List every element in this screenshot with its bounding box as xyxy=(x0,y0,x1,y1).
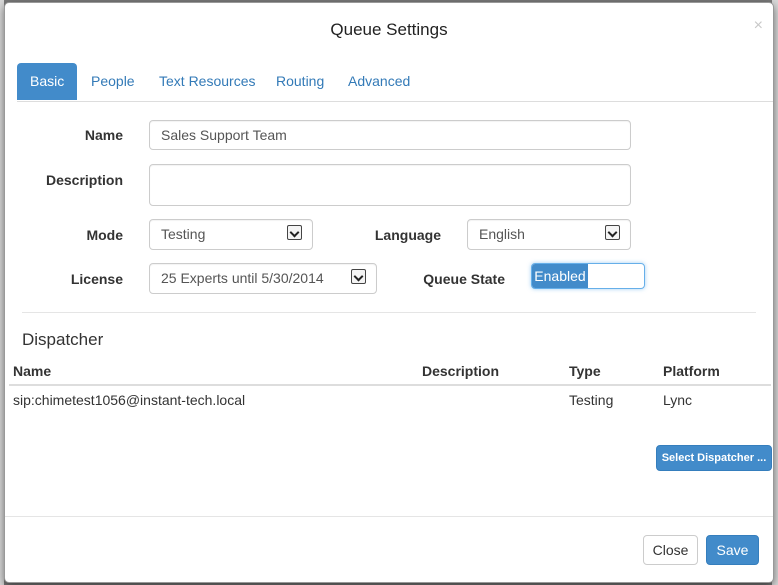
queue-settings-dialog: Queue Settings × Basic People Text Resou… xyxy=(4,2,774,583)
license-select[interactable]: 25 Experts until 5/30/2014 xyxy=(149,263,377,294)
mode-label: Mode xyxy=(86,227,123,243)
dialog-title: Queue Settings xyxy=(330,20,448,39)
dispatcher-title: Dispatcher xyxy=(22,330,104,349)
description-input[interactable] xyxy=(149,164,631,206)
dispatcher-name-cell: sip:chimetest1056@instant-tech.local xyxy=(13,392,246,408)
table-header-border xyxy=(9,384,771,386)
close-icon[interactable]: × xyxy=(754,17,763,35)
column-header-name: Name xyxy=(13,363,52,379)
dispatcher-type-cell: Testing xyxy=(569,392,614,408)
name-input-value: Sales Support Team xyxy=(161,127,287,143)
select-dispatcher-button[interactable]: Select Dispatcher ... xyxy=(656,445,772,471)
queue-state-on: Enabled xyxy=(532,264,588,288)
dialog-header: Queue Settings × xyxy=(5,3,773,59)
save-button[interactable]: Save xyxy=(706,535,759,565)
close-button[interactable]: Close xyxy=(643,535,698,565)
column-header-type: Type xyxy=(569,363,601,379)
section-divider xyxy=(22,312,756,313)
language-label: Language xyxy=(374,227,441,243)
chevron-down-icon xyxy=(287,225,302,240)
chevron-down-icon xyxy=(605,225,620,240)
description-label: Description xyxy=(45,172,123,188)
queue-state-toggle[interactable]: Enabled xyxy=(531,263,645,289)
column-header-platform: Platform xyxy=(663,363,720,379)
tab-bar: Basic People Text Resources Routing Adva… xyxy=(17,63,773,102)
mode-select[interactable]: Testing xyxy=(149,219,313,250)
language-select-value: English xyxy=(479,226,525,242)
tab-advanced[interactable]: Advanced xyxy=(348,63,410,100)
dispatcher-platform-cell: Lync xyxy=(663,392,693,408)
footer-divider xyxy=(5,516,773,517)
mode-select-value: Testing xyxy=(161,226,206,242)
name-input[interactable]: Sales Support Team xyxy=(149,120,631,150)
tab-routing[interactable]: Routing xyxy=(276,63,324,100)
license-select-value: 25 Experts until 5/30/2014 xyxy=(161,270,324,286)
license-label: License xyxy=(70,271,123,287)
name-label: Name xyxy=(84,127,123,143)
queue-state-label: Queue State xyxy=(423,271,505,287)
language-select[interactable]: English xyxy=(467,219,631,250)
chevron-down-icon xyxy=(351,269,366,284)
tab-text-resources[interactable]: Text Resources xyxy=(159,63,255,100)
tab-basic[interactable]: Basic xyxy=(17,63,78,100)
tab-people[interactable]: People xyxy=(91,63,135,100)
column-header-description: Description xyxy=(422,363,500,379)
